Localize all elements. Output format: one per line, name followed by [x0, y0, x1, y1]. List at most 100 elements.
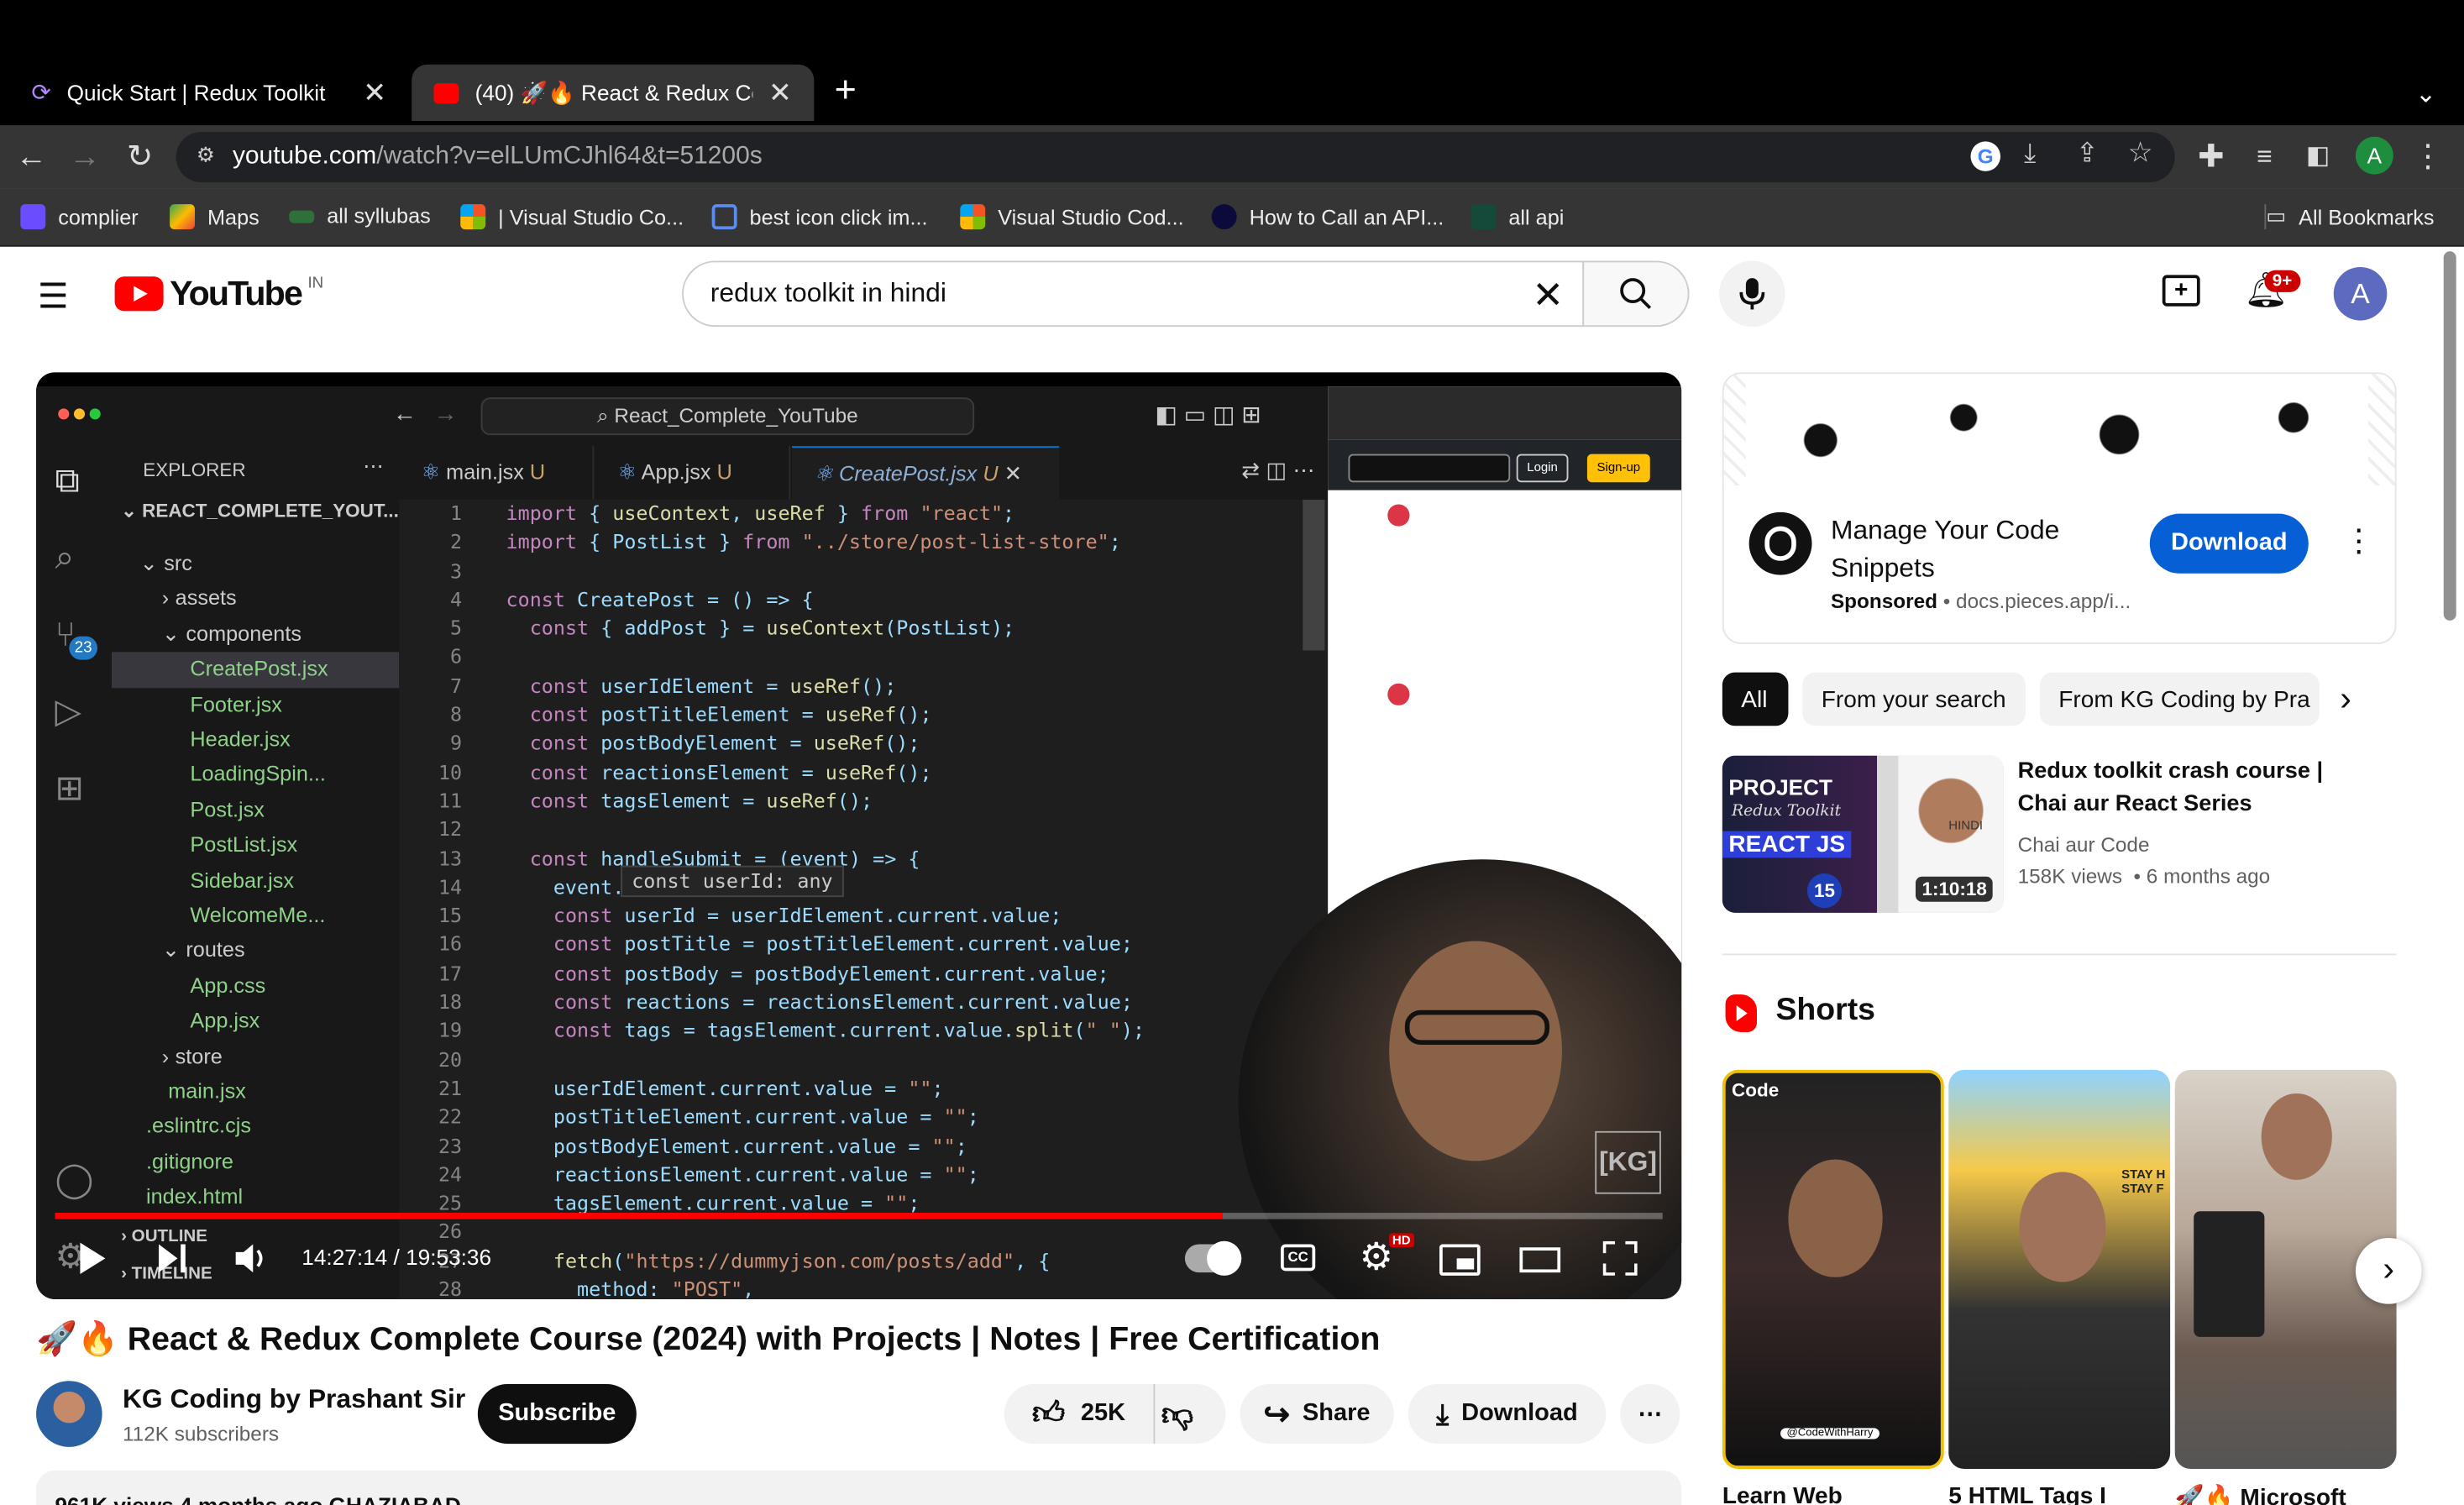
file-tree-item: LoadingSpin...U: [190, 762, 326, 787]
short-title[interactable]: 5 HTML Tags I: [1948, 1483, 2106, 1505]
install-app-icon[interactable]: ⤓: [2024, 139, 2036, 170]
glasses: [1404, 1009, 1550, 1045]
google-lens-icon[interactable]: G: [1970, 141, 2001, 171]
bookmark-visual-studio-2[interactable]: Visual Studio Cod...: [960, 204, 1184, 230]
run-debug-icon: ▷: [55, 691, 82, 731]
tab-youtube-video[interactable]: (40) 🚀🔥 React & Redux Com ✕: [412, 64, 815, 122]
play-icon[interactable]: [77, 1241, 108, 1276]
kg-watermark: [KG]: [1595, 1130, 1661, 1194]
create-video-icon[interactable]: +: [2162, 275, 2200, 307]
chips-next-chevron-icon[interactable]: ›: [2340, 679, 2351, 720]
search-input[interactable]: redux toolkit in hindi ✕: [682, 260, 1585, 328]
all-bookmarks-folder[interactable]: ▭ All Bookmarks: [2264, 204, 2435, 230]
theater-mode-icon[interactable]: [1519, 1247, 1561, 1273]
share-button[interactable]: ↪ Share: [1240, 1383, 1394, 1445]
code-line: 1 import { useContext, useRef } from "rea…: [450, 501, 1015, 525]
tab-close-icon[interactable]: ✕: [768, 76, 792, 109]
code-editor: 1 import { useContext, useRef } from "rea…: [399, 499, 1329, 1299]
youtube-logo[interactable]: YouTube IN: [114, 273, 323, 314]
bookmark-all-api[interactable]: all api: [1471, 204, 1564, 230]
clear-search-icon[interactable]: ✕: [1532, 273, 1564, 318]
angular-icon: [1211, 204, 1237, 230]
account-icon: ◯: [55, 1159, 94, 1199]
editor-tab-app: ⚛ App.jsx U: [595, 446, 791, 500]
file-tree-item: ›assets•: [161, 586, 237, 611]
reload-icon[interactable]: ↻: [121, 139, 159, 176]
thumbs-down-icon[interactable]: 👎︎: [1161, 1397, 1193, 1434]
miniplayer-icon[interactable]: [1439, 1244, 1481, 1276]
share-icon[interactable]: ⇪: [2076, 139, 2099, 170]
shorts-next-button[interactable]: ›: [2355, 1238, 2422, 1304]
progress-bar[interactable]: [55, 1213, 1663, 1219]
site-info-icon[interactable]: ⚙: [197, 143, 215, 168]
search-icon: ⌕: [55, 537, 75, 577]
short-title[interactable]: 🚀🔥 Microsoft: [2175, 1483, 2346, 1505]
chrome-menu-kebab-icon[interactable]: ⋮: [2409, 139, 2447, 176]
chip-from-channel[interactable]: From KG Coding by Pra: [2039, 672, 2320, 726]
short-title[interactable]: Learn Web: [1722, 1483, 1843, 1505]
page-scrollbar[interactable]: [2443, 251, 2456, 621]
bookmark-call-api[interactable]: How to Call an API...: [1211, 204, 1444, 230]
chip-all[interactable]: All: [1722, 672, 1789, 726]
next-video-icon[interactable]: [155, 1241, 190, 1276]
file-tree-item: ⌄routes•: [161, 938, 245, 962]
video-player[interactable]: ← → ⌕ React_Complete_YouTube ◧ ▭ ◫ ⊞ ⧉ ⌕…: [36, 372, 1682, 1299]
folder-icon: ▭: [2266, 204, 2287, 228]
autoplay-toggle[interactable]: [1184, 1240, 1242, 1276]
code-line: 4 const CreatePost = () => {: [450, 587, 814, 611]
subtitles-button[interactable]: CC: [1281, 1244, 1316, 1272]
media-queue-icon[interactable]: ≡: [2246, 139, 2283, 176]
voice-search-button[interactable]: [1719, 260, 1785, 328]
back-arrow-icon[interactable]: ←: [13, 139, 50, 176]
search-button[interactable]: [1582, 260, 1690, 328]
code-line: 3: [450, 558, 463, 583]
subscribe-button[interactable]: Subscribe: [477, 1383, 637, 1445]
fullscreen-icon[interactable]: [1602, 1240, 1638, 1276]
profile-avatar[interactable]: A: [2355, 136, 2393, 175]
maps-icon: [170, 204, 196, 230]
short-card[interactable]: Code @CodeWithHarry: [1722, 1069, 1944, 1470]
more-actions-button[interactable]: ⋯: [1620, 1383, 1680, 1445]
reco-channel[interactable]: Chai aur Code: [2018, 832, 2150, 856]
volume-icon[interactable]: [233, 1241, 270, 1276]
like-button[interactable]: 👍︎ 25K: [1004, 1383, 1156, 1445]
file-tree-item: .gitignoreU: [146, 1149, 233, 1173]
tab-redux-toolkit[interactable]: ⟳ Quick Start | Redux Toolkit ✕: [9, 65, 408, 121]
chip-from-search[interactable]: From your search: [1802, 672, 2026, 726]
face: [1389, 941, 1562, 1162]
download-button[interactable]: ⤓ Download: [1408, 1383, 1607, 1445]
url-bar[interactable]: ⚙ youtube.com/watch?v=elLUmCJhl64&t=5120…: [176, 132, 2175, 182]
file-tree-item: main.jsxU: [168, 1079, 246, 1104]
tab-close-icon[interactable]: ✕: [363, 76, 386, 109]
bookmark-all-syllubas[interactable]: all syllubas: [289, 204, 431, 228]
side-panel-icon[interactable]: ◧: [2299, 139, 2337, 176]
short-card[interactable]: STAY H STAY F: [1948, 1069, 2171, 1470]
settings-gear-icon[interactable]: ⚙: [1360, 1235, 1393, 1280]
bookmark-star-icon[interactable]: ☆: [2128, 137, 2153, 170]
bookmark-best-icon[interactable]: best icon click im...: [711, 204, 928, 230]
reco-thumbnail[interactable]: PROJECT Redux Toolkit REACT JS 15 HINDI …: [1722, 755, 2004, 913]
code-line: 16 const postTitle = postTitleElement.cu…: [438, 932, 1133, 957]
bookmark-complier[interactable]: complier: [20, 204, 139, 230]
bookmark-maps[interactable]: Maps: [170, 204, 260, 230]
subscriber-count: 112K subscribers: [122, 1421, 280, 1445]
file-tree-item: WelcomeMe...U: [190, 903, 326, 927]
description-box[interactable]: 961K views 4 months ago GHAZIABAD: [36, 1470, 1682, 1505]
extensions-puzzle-icon[interactable]: ✚: [2192, 139, 2230, 176]
notification-badge: 9+: [2264, 270, 2300, 292]
ad-title: Manage Your Code Snippets: [1830, 515, 2060, 583]
shorts-heading: Shorts: [1775, 993, 1875, 1028]
channel-name[interactable]: KG Coding by Prashant Sir: [123, 1384, 465, 1415]
tab-search-chevron-icon[interactable]: ⌄: [2415, 79, 2436, 110]
new-tab-button[interactable]: +: [835, 69, 857, 113]
bookmark-visual-studio-1[interactable]: | Visual Studio Co...: [460, 204, 684, 230]
ad-download-button[interactable]: Download: [2149, 513, 2309, 574]
channel-avatar[interactable]: [36, 1381, 102, 1447]
player-controls: 14:27:14 / 19:53:36 CC ⚙ HD: [36, 1209, 1681, 1299]
account-avatar[interactable]: A: [2333, 267, 2388, 321]
forward-arrow-icon[interactable]: →: [66, 139, 104, 176]
ad-card[interactable]: Manage Your Code Snippets Sponsored • do…: [1722, 372, 2397, 644]
hamburger-menu-icon[interactable]: ☰: [38, 276, 69, 317]
reco-title[interactable]: Redux toolkit crash course | Chai aur Re…: [2018, 756, 2361, 822]
ad-more-kebab-icon[interactable]: ⋮: [2343, 522, 2374, 561]
